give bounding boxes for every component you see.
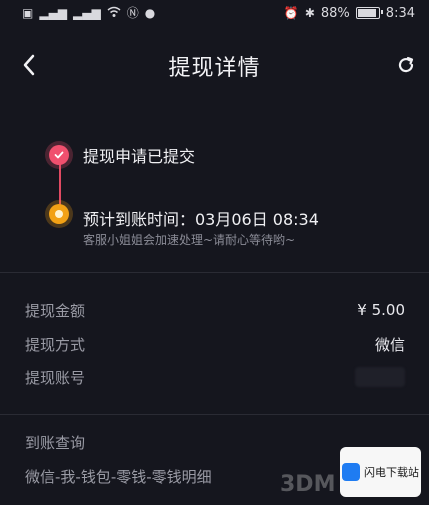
section-divider-2: [0, 414, 429, 415]
bluetooth-icon: ✱: [304, 6, 315, 20]
signal-icon: ▂▄▆: [39, 6, 68, 20]
wechat-icon: ●: [144, 6, 156, 20]
query-path: 微信-我-钱包-零钱-零钱明细: [25, 468, 212, 486]
withdraw-timeline: 提现申请已提交 预计到账时间：03月06日 08:34 客服小姐姐会加速处理~请…: [0, 130, 429, 260]
method-value: 微信: [374, 335, 405, 354]
back-button[interactable]: [14, 50, 44, 80]
timeline-step-submitted: 提现申请已提交: [83, 147, 196, 166]
nfc-icon: Ⓝ: [126, 6, 139, 20]
signal-icon-2: ▂▄▆: [73, 6, 101, 20]
watermark-badge-text: 闪电下载站: [364, 466, 419, 479]
battery-icon: [355, 7, 383, 19]
nav-bar: 提现详情: [0, 40, 429, 92]
check-icon: [49, 145, 69, 165]
amount-value: ¥ 5.00: [357, 301, 405, 319]
query-title: 到账查询: [25, 434, 86, 452]
account-label: 提现账号: [25, 368, 86, 387]
timeline-step-note: 客服小姐姐会加速处理~请耐心等待哟~: [83, 233, 296, 247]
battery-percent: 88%: [320, 5, 350, 21]
status-bar-left: ▣ ▂▄▆ ▂▄▆ Ⓝ ●: [22, 6, 155, 20]
watermark-badge: 闪电下载站: [340, 447, 421, 497]
watermark-logo: 3DM: [280, 472, 336, 497]
alarm-icon: ⏰: [283, 6, 299, 20]
amount-label: 提现金额: [25, 301, 86, 320]
account-value-blurred: [355, 367, 405, 387]
method-label: 提现方式: [25, 335, 86, 354]
chevron-left-icon: [23, 54, 35, 76]
refresh-icon: [398, 56, 414, 73]
wifi-icon: [107, 6, 121, 20]
status-bar: ▣ ▂▄▆ ▂▄▆ Ⓝ ● ⏰ ✱ 88% 8:34: [0, 0, 429, 26]
lightning-logo-icon: [342, 463, 360, 481]
refresh-button[interactable]: [391, 50, 421, 80]
page-title: 提现详情: [168, 56, 261, 81]
amount-row: 提现金额 ¥ 5.00: [25, 298, 405, 322]
status-bar-right: ⏰ ✱ 88% 8:34: [284, 6, 415, 21]
clock: 8:34: [385, 5, 415, 21]
timeline-step-arrival: 预计到账时间：03月06日 08:34: [83, 210, 319, 229]
pending-dot-icon: [49, 204, 69, 224]
method-row: 提现方式 微信: [25, 332, 405, 356]
section-divider: [0, 272, 429, 273]
account-row: 提现账号: [25, 365, 405, 389]
sim-icon: ▣: [22, 6, 34, 20]
